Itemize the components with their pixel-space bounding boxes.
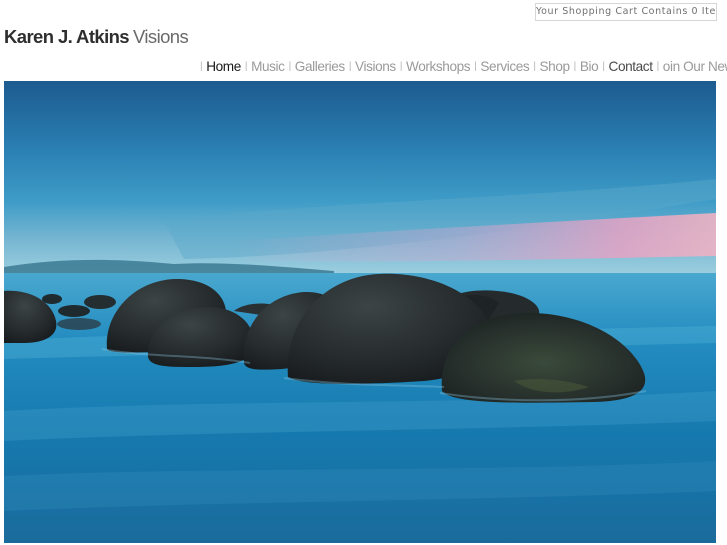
nav-separator: | xyxy=(656,60,660,72)
nav-separator: | xyxy=(288,60,292,72)
site-logo[interactable]: Karen J. Atkins Visions xyxy=(4,26,189,48)
nav-visions[interactable]: Visions xyxy=(355,59,396,74)
nav-galleries[interactable]: Galleries xyxy=(295,59,345,74)
logo-name: Karen J. Atkins xyxy=(4,26,130,47)
hero-photo xyxy=(4,81,716,543)
nav-home[interactable]: Home xyxy=(206,59,241,74)
nav-separator: | xyxy=(200,60,203,72)
nav-shop[interactable]: Shop xyxy=(540,59,571,74)
nav-bio[interactable]: Bio xyxy=(580,59,599,74)
nav-separator: | xyxy=(399,60,403,72)
nav-separator: | xyxy=(533,60,536,72)
nav-separator: | xyxy=(244,60,248,72)
nav-separator: | xyxy=(573,60,577,72)
seascape-image xyxy=(4,81,716,543)
nav-newsletter[interactable]: oin Our Newsletter xyxy=(663,59,727,74)
logo-subtitle: Visions xyxy=(133,26,189,47)
nav-contact[interactable]: Contact xyxy=(609,59,653,74)
nav-separator: | xyxy=(602,60,605,72)
nav-workshops[interactable]: Workshops xyxy=(406,59,471,74)
nav-music[interactable]: Music xyxy=(251,59,285,74)
shopping-cart-status[interactable]: Your Shopping Cart Contains 0 Items xyxy=(535,3,717,21)
main-nav: | Home | Music | Galleries | Visions | W… xyxy=(196,56,727,76)
nav-separator: | xyxy=(348,60,352,72)
nav-separator: | xyxy=(474,60,477,72)
nav-services[interactable]: Services xyxy=(480,59,529,74)
